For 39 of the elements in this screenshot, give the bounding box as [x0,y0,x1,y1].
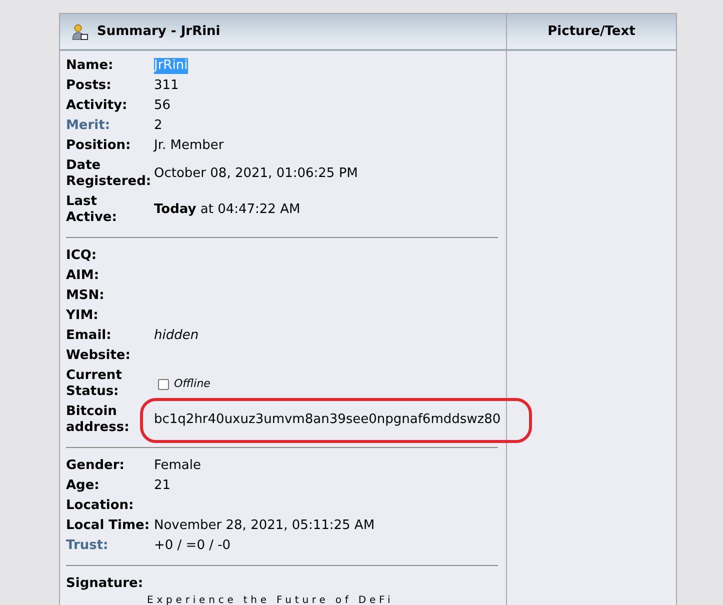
field-label: AIM: [66,268,100,283]
field-label: Last Active: [66,194,117,225]
field-value: 2 [154,118,162,134]
field-label: Activity: [66,98,128,113]
field-label: MSN: [66,288,104,303]
field-label: YIM: [66,308,98,323]
field-value: Female [154,458,202,474]
field-value: bc1q2hr40uxuz3umvm8an39see0npgnaf6mddswz80 [154,412,501,428]
field-label: Signature: [66,576,144,591]
field-value: 311 [154,78,179,94]
field-label: Bitcoin address: [66,404,130,435]
field-label: Age: [66,478,100,493]
field-label: Local Time: [66,518,150,533]
field-label: ICQ: [66,248,97,263]
field-label: Current Status: [66,368,122,399]
field-label: Posts: [66,78,112,93]
field-value: October 08, 2021, 01:06:25 PM [154,166,358,182]
field-value: JrRini [154,58,188,74]
field-label: Position: [66,138,131,153]
field-value: hidden [154,328,199,344]
field-link[interactable]: Merit: [66,118,110,133]
header-title: Summary - JrRini [97,24,220,39]
field-label: Website: [66,348,130,363]
field-label: Date Registered: [66,158,152,189]
field-value: Jr. Member [154,138,224,154]
status-text: Offline [174,376,210,392]
field-value: 56 [154,98,171,114]
person-icon [72,24,88,40]
field-value: +0 / =0 / -0 [154,538,231,554]
field-value: November 28, 2021, 05:11:25 AM [154,518,375,534]
field-label: Name: [66,58,114,73]
field-link[interactable]: Trust: [66,538,108,553]
field-value: 21 [154,478,171,494]
field-label: Gender: [66,458,124,473]
field-label: Email: [66,328,112,343]
field-value: Today at 04:47:22 AM [154,202,300,218]
column-header: Picture/Text [507,14,676,51]
field-label: Location: [66,498,134,513]
signature-text: Experience the Future of DeFi [147,595,394,605]
